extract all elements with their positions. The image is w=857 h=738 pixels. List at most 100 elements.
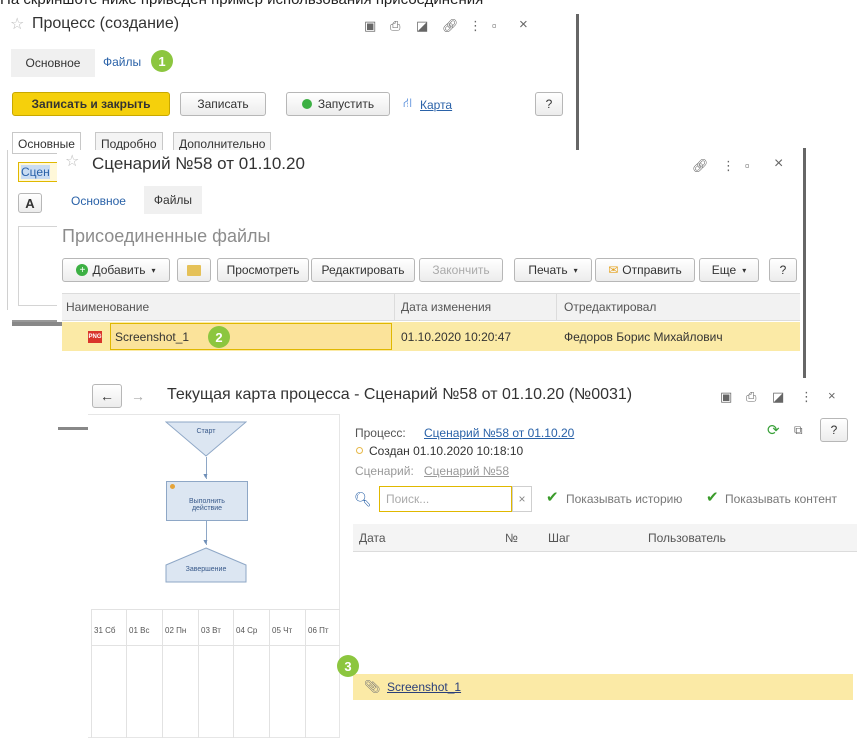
process-link[interactable]: Сценарий №58 от 01.10.20 — [424, 426, 574, 440]
more-label: Еще — [711, 263, 737, 277]
splitter-handle[interactable] — [58, 427, 88, 430]
history-table-header: Дата № Шаг Пользователь — [353, 524, 857, 552]
column-name[interactable]: Наименование — [62, 294, 395, 320]
add-button[interactable]: + Добавить ▾ — [62, 258, 170, 282]
search-input[interactable]: Поиск... — [379, 486, 512, 512]
start-button[interactable]: Запустить — [286, 92, 390, 116]
day-gridline — [305, 609, 306, 738]
clear-search-button[interactable]: × — [512, 486, 532, 512]
add-folder-button[interactable] — [177, 258, 211, 282]
start-icon — [301, 99, 312, 109]
day-label: 06 Пт — [308, 626, 329, 635]
tab-basic-label: Основное — [25, 56, 81, 70]
favorite-star-icon[interactable]: ☆ — [10, 14, 24, 34]
edit-button[interactable]: Редактировать — [311, 258, 415, 282]
close-icon[interactable]: × — [828, 389, 836, 403]
help-button[interactable]: ? — [769, 258, 797, 282]
day-gridline — [233, 609, 234, 738]
process-label: Процесс: — [355, 426, 406, 440]
day-gridline — [126, 609, 127, 738]
tab-basic[interactable]: Основное — [71, 194, 126, 208]
tab-files-label: Файлы — [103, 55, 142, 69]
day-label: 03 Вт — [201, 626, 221, 635]
more-button[interactable]: Еще ▾ — [699, 258, 759, 282]
more-menu-icon[interactable]: ⋮ — [722, 159, 735, 173]
show-content-label: Показывать контент — [725, 492, 838, 506]
window-title: Сценарий №58 от 01.10.20 — [92, 154, 305, 173]
print-button[interactable]: Печать ▾ — [514, 258, 592, 282]
file-date: 01.10.2020 10:20:47 — [401, 330, 512, 344]
favorite-star-icon[interactable]: ☆ — [65, 151, 79, 171]
more-menu-icon[interactable]: ⋮ — [469, 19, 482, 33]
open-new-window-icon[interactable]: ⧉ — [794, 423, 803, 438]
show-history-checkbox[interactable]: ✔ — [546, 490, 559, 505]
format-button[interactable]: A — [18, 193, 42, 213]
files-table-header: Наименование Дата изменения Отредактиров… — [62, 293, 800, 321]
tab-files[interactable]: Файлы — [144, 186, 202, 214]
more-menu-icon[interactable]: ⋮ — [800, 390, 813, 404]
search-placeholder: Поиск... — [386, 492, 430, 506]
print-label: Печать — [528, 263, 568, 277]
forward-button[interactable]: → — [124, 384, 152, 408]
scenario-field-text: Сцен — [21, 165, 50, 179]
print-icon[interactable]: ⎙ — [746, 390, 756, 404]
start-label: Запустить — [317, 97, 375, 111]
scenario-link[interactable]: Сценарий №58 — [424, 464, 509, 478]
close-icon[interactable]: × — [774, 156, 783, 172]
print-icon[interactable]: ⎙ — [390, 19, 400, 33]
map-link[interactable]: Карта — [420, 98, 452, 112]
diagram-node-start[interactable]: Старт — [165, 421, 247, 457]
save-and-close-button[interactable]: Записать и закрыть — [12, 92, 170, 116]
left-border — [7, 150, 8, 310]
column-user[interactable]: Пользователь — [644, 524, 857, 551]
file-name-cell[interactable]: Screenshot_1 — [110, 323, 392, 350]
section-title: Присоединенные файлы — [62, 226, 271, 246]
add-icon: + — [76, 264, 89, 276]
link-icon[interactable]: 🔗︎ — [692, 159, 709, 173]
refresh-icon[interactable]: ⟳ — [767, 421, 780, 439]
column-number[interactable]: № — [501, 524, 544, 551]
column-date[interactable]: Дата — [353, 524, 501, 551]
show-content-checkbox[interactable]: ✔ — [706, 490, 719, 505]
day-gridline — [91, 609, 92, 738]
column-date[interactable]: Дата изменения — [395, 294, 557, 320]
badge-2: 2 — [208, 326, 230, 348]
attachment-link[interactable]: Screenshot_1 — [387, 680, 461, 694]
send-button[interactable]: ✉ Отправить — [595, 258, 695, 282]
column-step[interactable]: Шаг — [544, 524, 644, 551]
day-label: 02 Пн — [165, 626, 187, 635]
close-icon[interactable]: × — [519, 17, 528, 32]
tab-basic[interactable]: Основное — [11, 49, 95, 77]
save-icon[interactable]: ▣ — [364, 19, 376, 33]
preview-icon[interactable]: ◪ — [772, 390, 784, 404]
diagram-node-end[interactable]: Завершение — [165, 547, 247, 583]
dropdown-icon: ▾ — [742, 265, 747, 275]
day-label: 31 Сб — [94, 626, 116, 635]
finish-button[interactable]: Закончить — [419, 258, 503, 282]
dropdown-icon: ▾ — [151, 265, 156, 275]
column-editor[interactable]: Отредактировал — [557, 294, 797, 320]
view-button[interactable]: Просмотреть — [217, 258, 309, 282]
connector-arrow-icon: ▼ — [202, 473, 209, 480]
search-icon: 🔍︎ — [354, 491, 372, 507]
save-button[interactable]: Записать — [180, 92, 266, 116]
maximize-icon[interactable]: ▫ — [745, 159, 750, 173]
diagram-node-action[interactable]: Выполнить действие — [166, 481, 248, 521]
start-shape — [165, 421, 247, 457]
file-editor: Федоров Борис Михайлович — [564, 330, 723, 344]
tab-files[interactable]: Файлы — [103, 55, 141, 69]
end-shape — [165, 547, 247, 583]
badge-3: 3 — [337, 655, 359, 677]
diagram-area[interactable]: Старт ▼ Выполнить действие ▼ Завершение … — [88, 414, 340, 738]
save-icon[interactable]: ▣ — [720, 390, 732, 404]
preview-icon[interactable]: ◪ — [416, 19, 428, 33]
attachment-row[interactable]: 📎︎ Screenshot_1 — [353, 674, 853, 700]
window-title: Текущая карта процесса - Сценарий №58 от… — [167, 386, 633, 403]
maximize-icon[interactable]: ▫ — [492, 19, 497, 33]
tab-files-label: Файлы — [153, 193, 193, 207]
link-icon[interactable]: 🔗︎ — [442, 19, 459, 33]
help-button[interactable]: ? — [535, 92, 563, 116]
table-row[interactable]: PNG Screenshot_1 01.10.2020 10:20:47 Фед… — [62, 322, 800, 351]
help-button[interactable]: ? — [820, 418, 848, 442]
back-button[interactable]: ← — [92, 384, 122, 408]
